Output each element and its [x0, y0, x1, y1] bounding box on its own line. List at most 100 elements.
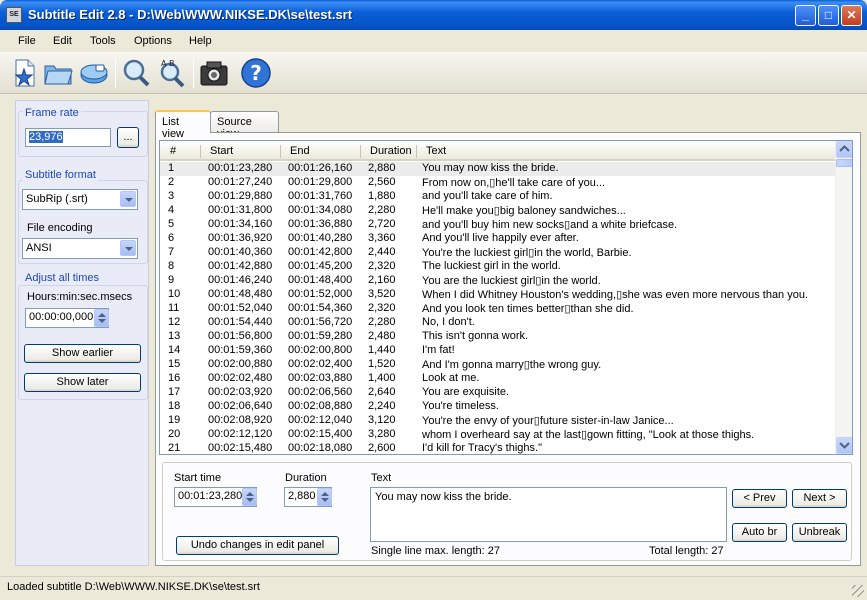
status-bar: Loaded subtitle D:\Web\WWW.NIKSE.DK\se\t… — [0, 576, 867, 600]
table-row[interactable]: 6 00:01:36,920 00:01:40,280 3,360 And you'll… — [160, 232, 836, 246]
table-row[interactable]: 10 00:01:48,480 00:01:52,000 3,520 When I di… — [160, 288, 836, 302]
column-end[interactable]: End — [290, 145, 310, 157]
column-separator[interactable] — [416, 145, 417, 158]
cell-text: Look at me. — [422, 372, 480, 384]
cell-duration: 2,320 — [368, 302, 396, 314]
subtitle-list[interactable]: # Start End Duration Text 1 00:01:23,280 0… — [159, 140, 853, 455]
cell-duration: 2,640 — [368, 386, 396, 398]
table-row[interactable]: 13 00:01:56,800 00:01:59,280 2,480 This isn'… — [160, 330, 836, 344]
file-encoding-select[interactable]: ANSI — [22, 238, 138, 259]
menu-file[interactable]: File — [18, 35, 36, 47]
column-separator[interactable] — [200, 145, 201, 158]
scroll-up-button[interactable] — [836, 141, 852, 158]
cell-duration: 3,120 — [368, 414, 396, 426]
cell-start: 00:02:15,480 — [208, 442, 273, 454]
menu-options[interactable]: Options — [134, 35, 172, 47]
frame-rate-browse-button[interactable]: ... — [117, 127, 139, 148]
undo-changes-button[interactable]: Undo changes in edit panel — [176, 536, 339, 555]
table-row[interactable]: 7 00:01:40,360 00:01:42,800 2,440 You're the… — [160, 246, 836, 260]
table-row[interactable]: 20 00:02:12,120 00:02:15,400 3,280 whom I ov… — [160, 428, 836, 442]
cell-number: 5 — [168, 218, 175, 230]
cell-duration: 2,280 — [368, 204, 396, 216]
minimize-button[interactable]: _ — [795, 5, 816, 26]
prev-button[interactable]: < Prev — [732, 489, 787, 508]
column-start[interactable]: Start — [210, 145, 233, 157]
new-button[interactable] — [8, 57, 40, 89]
subtitle-text-editor[interactable]: You may now kiss the bride. — [370, 487, 727, 542]
adjust-time-value: 00:00:00,000 — [29, 311, 94, 323]
scroll-down-button[interactable] — [836, 437, 852, 454]
tab-list-view[interactable]: List view — [155, 110, 211, 140]
close-button[interactable]: ✕ — [841, 5, 862, 26]
list-rows: 1 00:01:23,280 00:01:26,160 2,880 You may no… — [160, 162, 836, 454]
chevron-down-icon[interactable] — [120, 240, 136, 256]
subtitle-format-select[interactable]: SubRip (.srt) — [22, 189, 138, 210]
menu-tools[interactable]: Tools — [90, 35, 116, 47]
table-row[interactable]: 5 00:01:34,160 00:01:36,880 2,720 and you'll… — [160, 218, 836, 232]
column-duration[interactable]: Duration — [370, 145, 412, 157]
save-button[interactable] — [78, 57, 110, 89]
cell-text: and you'll take care of him. — [422, 190, 553, 202]
table-row[interactable]: 21 00:02:15,480 00:02:18,080 2,600 I'd kill … — [160, 442, 836, 454]
status-text: Loaded subtitle D:\Web\WWW.NIKSE.DK\se\t… — [7, 581, 260, 593]
cell-number: 7 — [168, 246, 175, 258]
cell-end: 00:01:26,160 — [288, 162, 353, 174]
table-row[interactable]: 16 00:02:02,480 00:02:03,880 1,400 Look at m… — [160, 372, 836, 386]
cell-text: And I'm gonna marry▯the wrong guy. — [422, 359, 602, 371]
duration-spinner[interactable] — [317, 488, 332, 506]
start-time-spinner[interactable] — [242, 488, 257, 506]
table-row[interactable]: 3 00:01:29,880 00:01:31,760 1,880 and you'll… — [160, 190, 836, 204]
cell-start: 00:02:06,640 — [208, 400, 273, 412]
table-row[interactable]: 19 00:02:08,920 00:02:12,040 3,120 You're th… — [160, 414, 836, 428]
maximize-button[interactable]: □ — [818, 5, 839, 26]
column-text[interactable]: Text — [426, 145, 446, 157]
table-row[interactable]: 12 00:01:54,440 00:01:56,720 2,280 No, I don… — [160, 316, 836, 330]
chevron-down-icon[interactable] — [120, 191, 136, 207]
scroll-thumb[interactable] — [836, 159, 852, 167]
table-row[interactable]: 1 00:01:23,280 00:01:26,160 2,880 You may no… — [160, 162, 836, 176]
show-earlier-button[interactable]: Show earlier — [24, 344, 141, 363]
cell-end: 00:01:59,280 — [288, 330, 353, 342]
auto-br-button[interactable]: Auto br — [732, 523, 787, 542]
list-scrollbar[interactable] — [835, 141, 852, 454]
help-button[interactable]: ? — [240, 57, 272, 89]
cell-start: 00:01:54,440 — [208, 316, 273, 328]
column-number[interactable]: # — [170, 145, 176, 157]
cell-number: 18 — [168, 400, 181, 412]
replace-button[interactable]: A B — [156, 57, 188, 89]
table-row[interactable]: 14 00:01:59,360 00:02:00,800 1,440 I'm fat! — [160, 344, 836, 358]
table-row[interactable]: 15 00:02:00,880 00:02:02,400 1,520 And I'm g… — [160, 358, 836, 372]
start-time-label: Start time — [174, 472, 222, 484]
table-row[interactable]: 17 00:02:03,920 00:02:06,560 2,640 You are e… — [160, 386, 836, 400]
tab-source-view[interactable]: Source view — [210, 111, 279, 140]
cell-duration: 2,480 — [368, 330, 396, 342]
cell-text: And you look ten times better▯than she d… — [422, 303, 634, 315]
table-row[interactable]: 8 00:01:42,880 00:01:45,200 2,320 The luckie… — [160, 260, 836, 274]
column-separator[interactable] — [280, 145, 281, 158]
cell-text: whom I overheard say at the last▯gown fi… — [422, 429, 755, 441]
show-later-button[interactable]: Show later — [24, 373, 141, 392]
next-button[interactable]: Next > — [792, 489, 847, 508]
find-button[interactable] — [120, 57, 152, 89]
cell-text: and you'll buy him new socks▯and a white… — [422, 219, 678, 231]
table-row[interactable]: 4 00:01:31,800 00:01:34,080 2,280 He'll make… — [160, 204, 836, 218]
visual-sync-button[interactable] — [198, 57, 230, 89]
unbreak-button[interactable]: Unbreak — [792, 523, 847, 542]
save-icon — [80, 64, 108, 84]
table-row[interactable]: 18 00:02:06,640 00:02:08,880 2,240 You're ti… — [160, 400, 836, 414]
cell-duration: 2,600 — [368, 442, 396, 454]
table-row[interactable]: 9 00:01:46,240 00:01:48,400 2,160 You are th… — [160, 274, 836, 288]
menu-help[interactable]: Help — [189, 35, 212, 47]
frame-rate-input[interactable]: 23,976 — [25, 128, 111, 147]
resize-grip-icon[interactable] — [852, 585, 864, 597]
open-icon — [44, 65, 73, 85]
table-row[interactable]: 2 00:01:27,240 00:01:29,800 2,560 From now o… — [160, 176, 836, 190]
menu-edit[interactable]: Edit — [53, 35, 72, 47]
new-icon — [14, 59, 35, 87]
cell-duration: 2,160 — [368, 274, 396, 286]
table-row[interactable]: 11 00:01:52,040 00:01:54,360 2,320 And you l… — [160, 302, 836, 316]
column-separator[interactable] — [360, 145, 361, 158]
adjust-time-spinner[interactable] — [94, 309, 109, 327]
open-button[interactable] — [42, 57, 74, 89]
cell-end: 00:02:08,880 — [288, 400, 353, 412]
